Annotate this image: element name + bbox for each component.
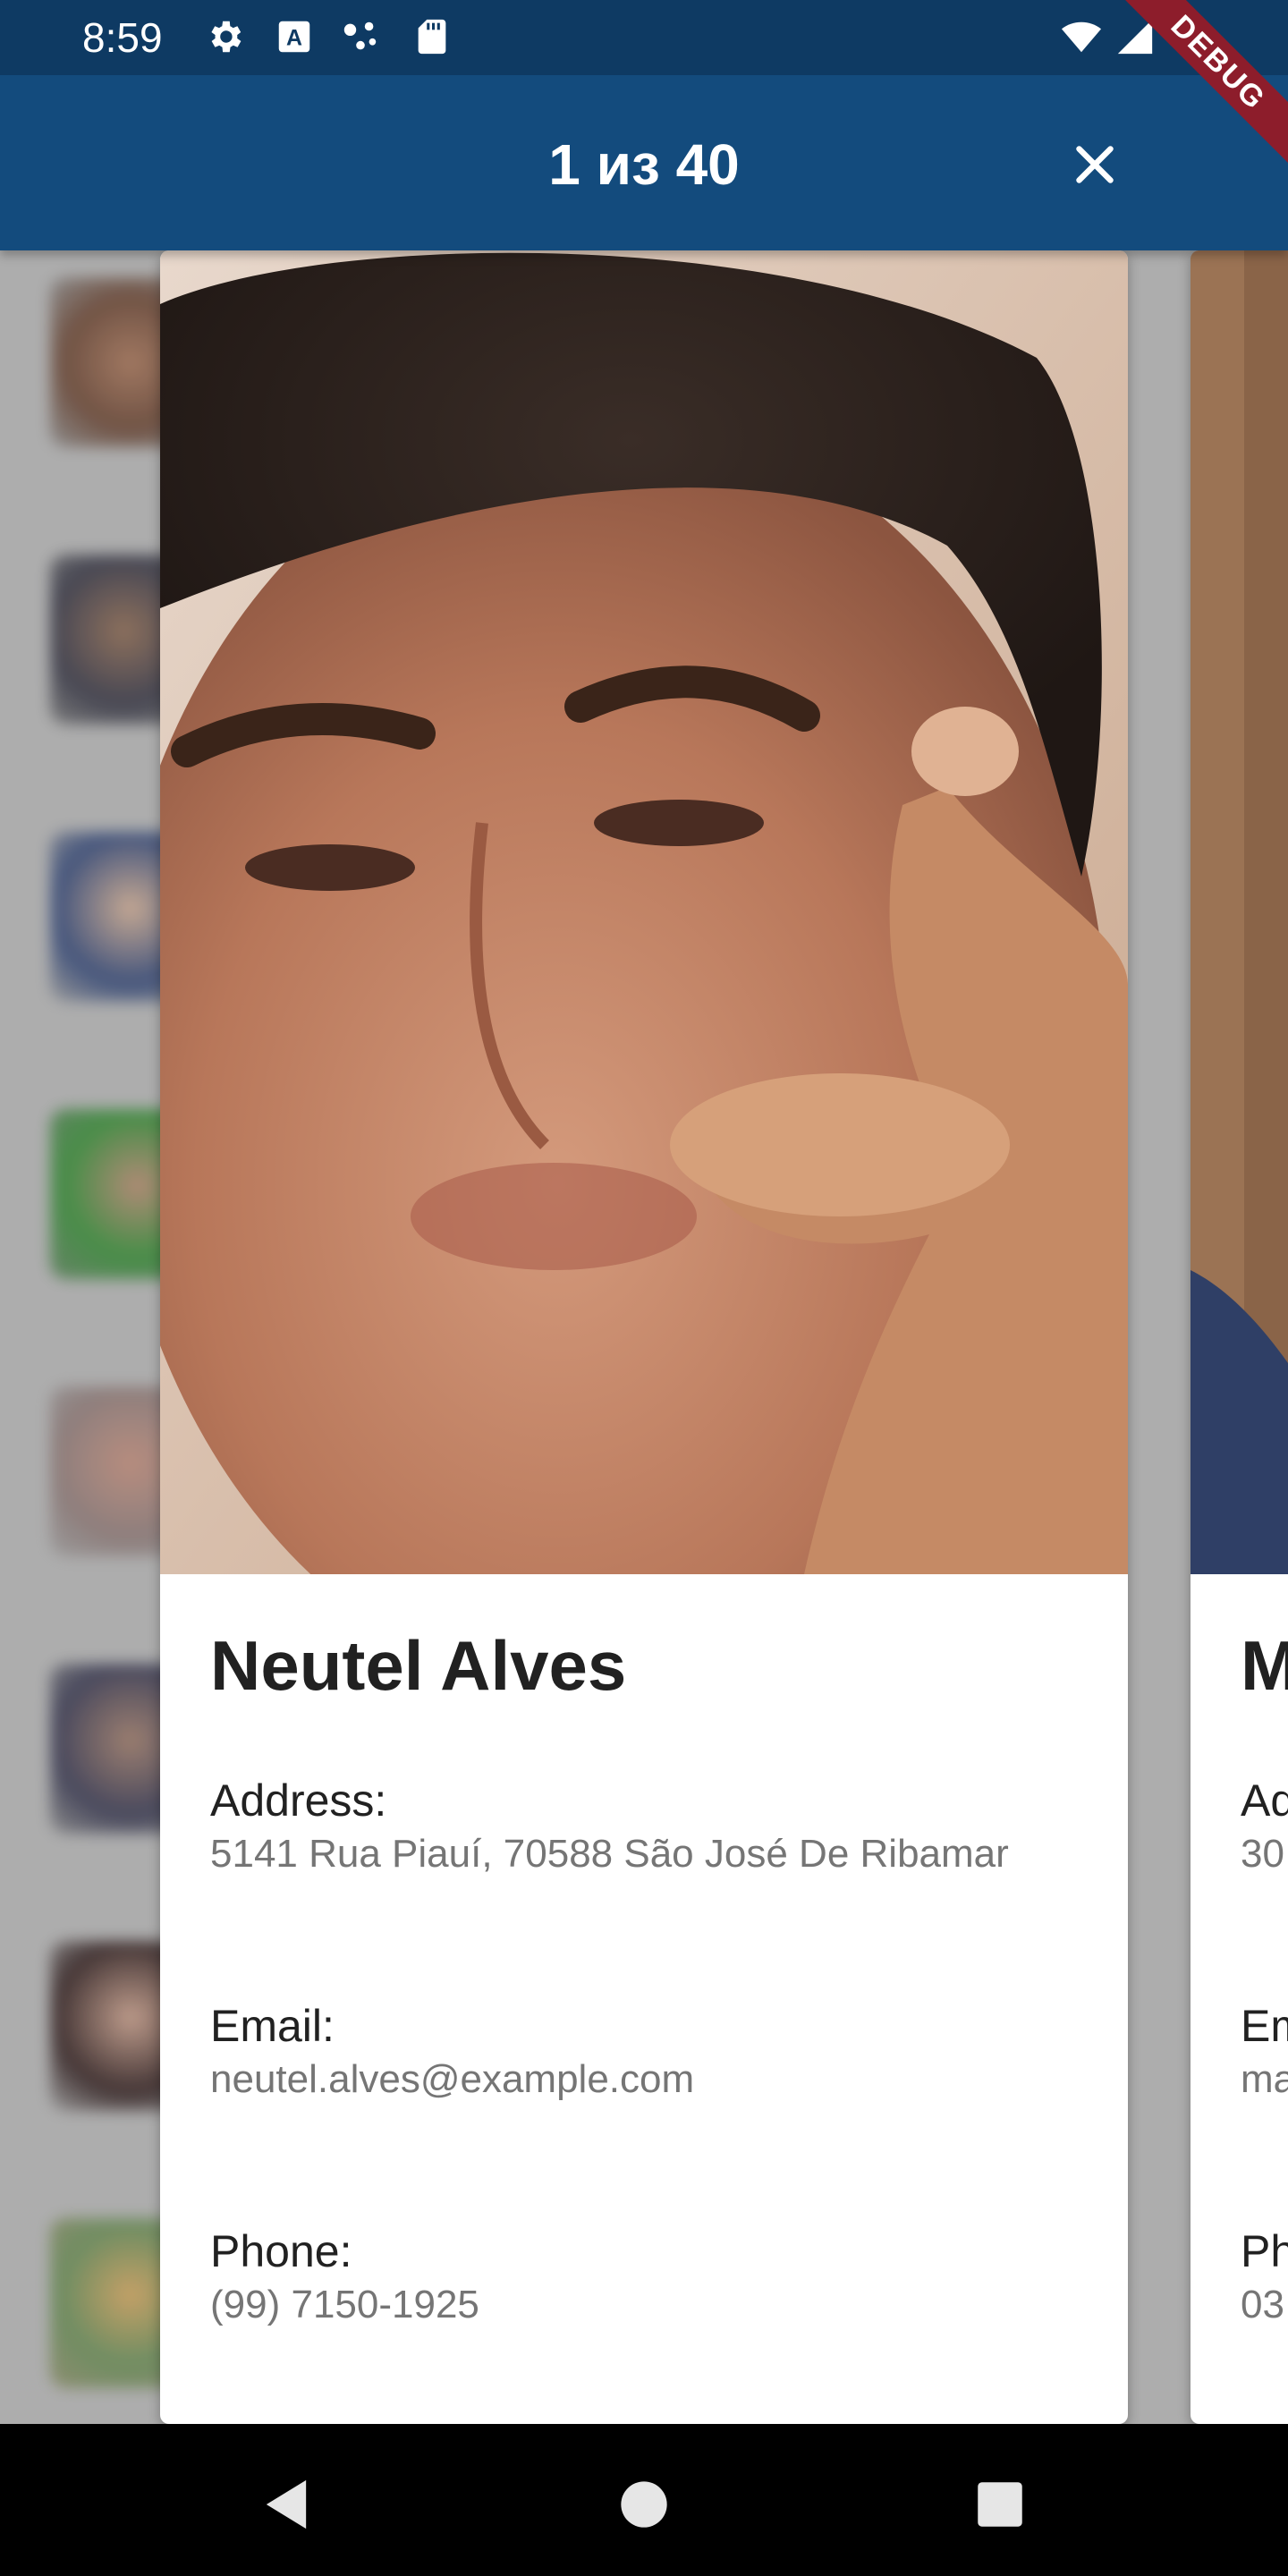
next-email-label: Em	[1241, 2001, 1288, 2051]
next-email-value: ma	[1241, 2057, 1288, 2101]
next-contact-photo	[1191, 250, 1288, 1574]
recents-button[interactable]	[964, 2469, 1036, 2540]
address-field: Address: 5141 Rua Piauí, 70588 São José …	[210, 1773, 1009, 1880]
contact-card[interactable]: Neutel Alves Address: 5141 Rua Piauí, 70…	[160, 250, 1128, 2424]
phone-value[interactable]: (99) 7150-1925	[210, 2279, 479, 2331]
portrait-image	[160, 250, 1128, 1574]
connection-dots-icon	[343, 21, 377, 50]
back-triangle-icon	[266, 2479, 307, 2529]
next-phone-label: Ph	[1241, 2226, 1288, 2276]
email-label: Email:	[210, 2001, 335, 2051]
close-icon	[1076, 146, 1114, 183]
wifi-icon	[1061, 21, 1102, 53]
svg-text:A: A	[286, 26, 302, 51]
screen: 8:59 A 1 из 40 DEBUG Neutel Alves Addres…	[0, 0, 1288, 2576]
contact-details: Neutel Alves Address: 5141 Rua Piauí, 70…	[210, 1574, 1101, 2326]
system-nav-bar	[0, 2424, 1288, 2576]
next-email-field: Em ma	[1241, 1998, 1288, 2106]
next-address-value: 30	[1241, 1832, 1284, 1876]
email-field: Email: neutel.alves@example.com	[210, 1998, 694, 2106]
next-portrait-image	[1191, 250, 1288, 1574]
next-address-label: Ad	[1241, 1775, 1288, 1826]
next-contact-name: M	[1241, 1626, 1288, 1705]
phone-label: Phone:	[210, 2226, 352, 2276]
gear-icon	[211, 21, 242, 53]
home-button[interactable]	[608, 2469, 680, 2540]
status-bar: 8:59 A	[0, 0, 1288, 75]
contact-photo	[160, 250, 1128, 1574]
phone-field: Phone: (99) 7150-1925	[210, 2224, 479, 2331]
close-button[interactable]	[1055, 125, 1134, 204]
keyboard-a-icon: A	[278, 21, 310, 53]
status-time: 8:59	[82, 14, 163, 61]
back-button[interactable]	[250, 2469, 322, 2540]
contact-name: Neutel Alves	[210, 1626, 627, 1705]
recents-square-icon	[978, 2482, 1022, 2527]
next-address-field: Ad 30	[1241, 1773, 1288, 1880]
next-phone-field: Ph 03	[1241, 2224, 1288, 2331]
address-value: 5141 Rua Piauí, 70588 São José De Ribama…	[210, 1832, 1009, 1876]
next-phone-value: 03	[1241, 2283, 1284, 2326]
address-label: Address:	[210, 1775, 387, 1826]
sd-card-icon	[418, 19, 446, 55]
next-contact-card[interactable]: M Ad 30 Em ma Ph 03	[1191, 250, 1288, 2424]
home-circle-icon	[621, 2481, 667, 2528]
email-value[interactable]: neutel.alves@example.com	[210, 2054, 694, 2106]
next-contact-details: M Ad 30 Em ma Ph 03	[1241, 1574, 1288, 2326]
app-bar: 1 из 40	[0, 75, 1288, 250]
